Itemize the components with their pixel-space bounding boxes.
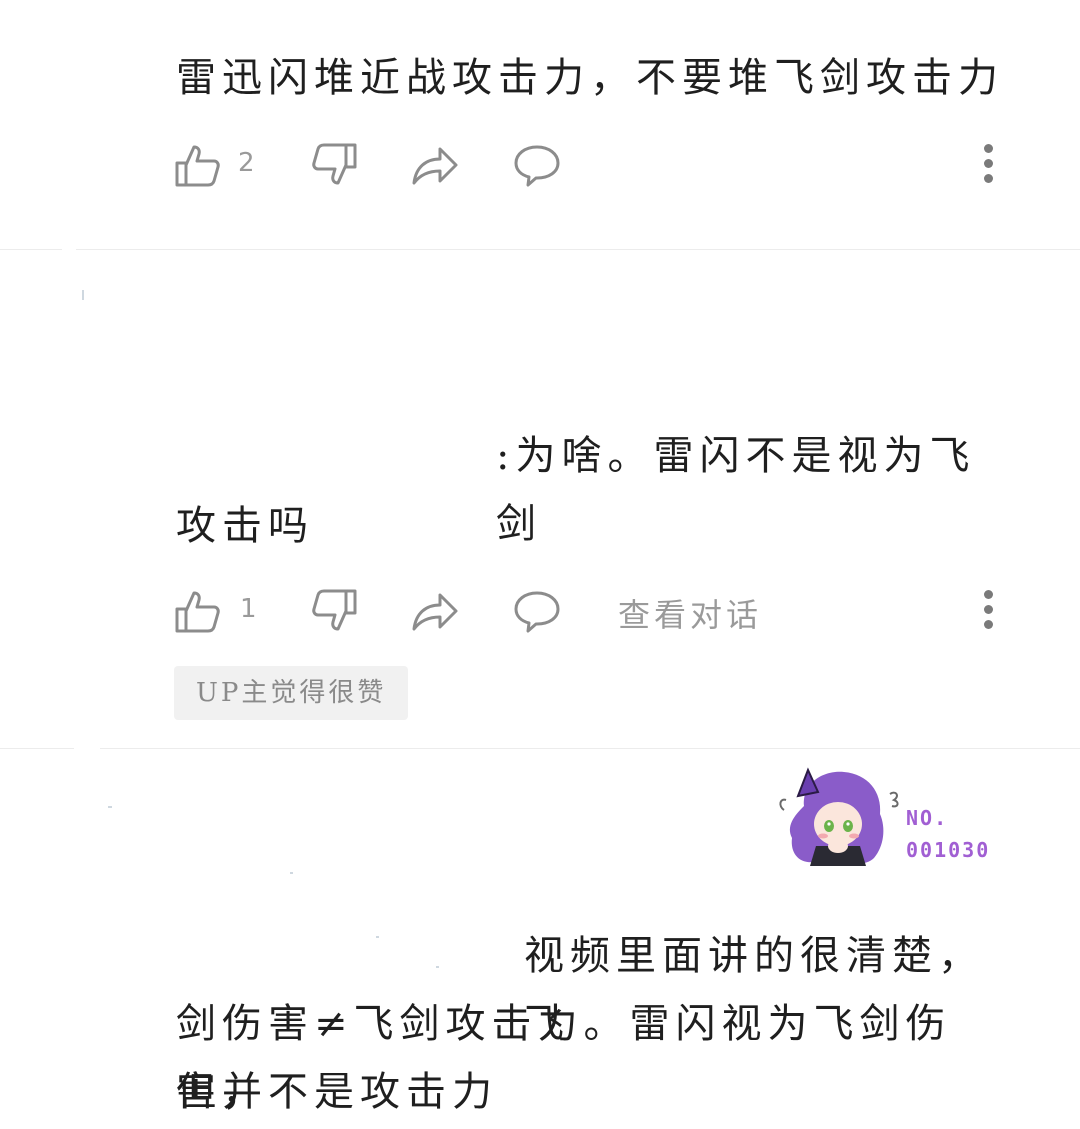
comment-3: 视频里面讲的很清楚，飞 剑伤害≠飞剑攻击力。雷闪视为飞剑伤害， 但并不是攻击力 bbox=[0, 900, 1080, 1129]
reply-button[interactable] bbox=[512, 586, 562, 636]
comment-3-text-line3: 但并不是攻击力 bbox=[176, 1069, 498, 1115]
comment-2-text-line2: 攻击吗 bbox=[176, 503, 314, 549]
dislike-button[interactable] bbox=[310, 586, 358, 636]
thumbs-up-icon bbox=[175, 591, 220, 633]
speech-bubble-icon bbox=[514, 145, 560, 187]
share-button[interactable] bbox=[410, 586, 460, 636]
up-liked-badge: UP主觉得很赞 bbox=[174, 666, 409, 720]
divider bbox=[100, 748, 1080, 749]
divider bbox=[0, 748, 74, 749]
like-count: 2 bbox=[238, 148, 255, 178]
thumbs-down-icon bbox=[312, 143, 357, 185]
comment-2-actions: 1 查看对话 bbox=[174, 586, 1014, 636]
like-button[interactable] bbox=[174, 586, 222, 636]
share-arrow-icon bbox=[412, 147, 458, 185]
dislike-button[interactable] bbox=[310, 140, 358, 190]
thumbs-up-icon bbox=[175, 145, 220, 187]
more-vertical-icon bbox=[983, 590, 993, 599]
more-vertical-icon bbox=[983, 144, 993, 153]
anime-girl-avatar-icon bbox=[779, 767, 899, 866]
share-arrow-icon bbox=[412, 593, 458, 631]
comment-1: 雷迅闪堆近战攻击力，不要堆飞剑攻击力 2 bbox=[0, 0, 1080, 250]
like-button[interactable] bbox=[174, 140, 222, 190]
comment-1-actions: 2 bbox=[174, 140, 1014, 190]
share-button[interactable] bbox=[410, 140, 460, 190]
more-options-button[interactable] bbox=[978, 590, 998, 632]
speech-bubble-icon bbox=[514, 591, 560, 633]
like-count: 1 bbox=[240, 594, 257, 624]
thumbs-down-icon bbox=[312, 589, 357, 631]
pendant-number-label: NO. bbox=[906, 806, 949, 830]
reply-button[interactable] bbox=[512, 140, 562, 190]
speck bbox=[290, 872, 293, 874]
speck bbox=[108, 806, 112, 808]
view-conversation-link[interactable]: 查看对话 bbox=[618, 590, 762, 636]
pendant-number: 001030 bbox=[906, 838, 991, 862]
more-options-button[interactable] bbox=[978, 144, 998, 186]
comment-1-text: 雷迅闪堆近战攻击力，不要堆飞剑攻击力 bbox=[176, 55, 1004, 101]
comment-2: :为啥。雷闪不是视为飞剑 攻击吗 1 查看对话 bbox=[0, 250, 1080, 748]
